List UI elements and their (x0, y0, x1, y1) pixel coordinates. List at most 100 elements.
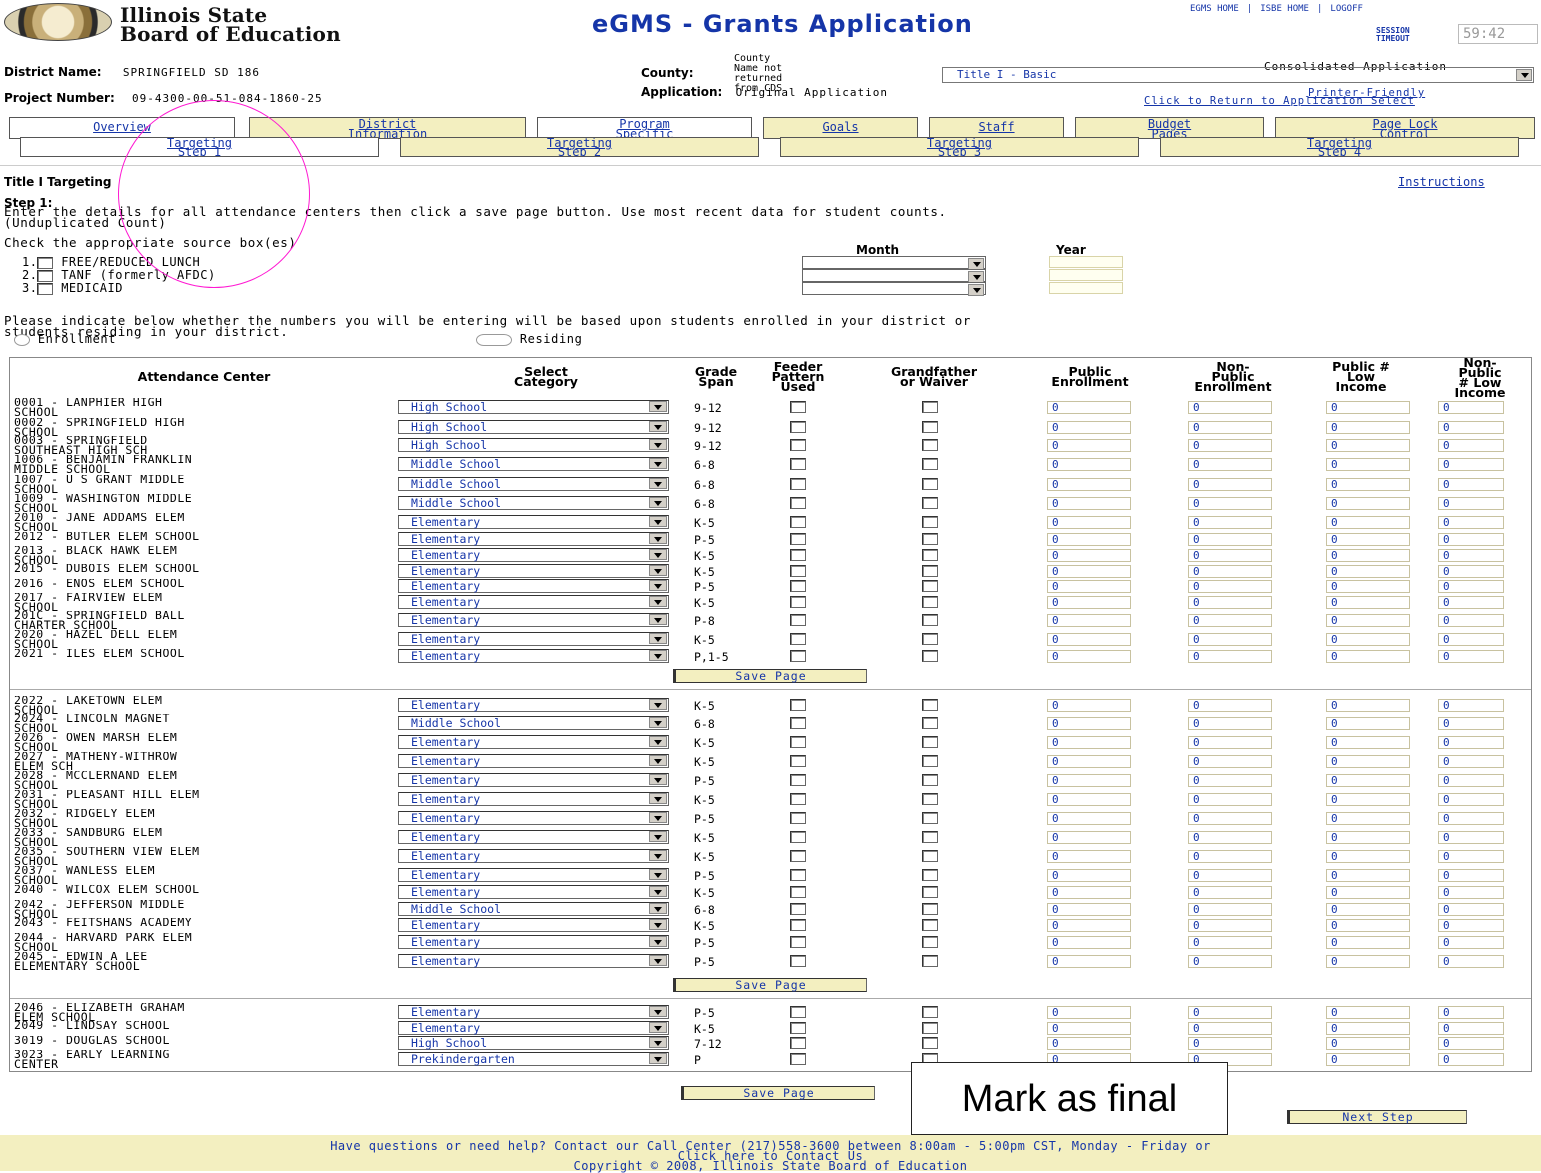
nonpublic-low-income-input[interactable]: 0 (1438, 478, 1504, 491)
nonpublic-low-income-input[interactable]: 0 (1438, 1053, 1504, 1066)
tab-targeting-step-1[interactable]: Targeting Step 1 (20, 137, 379, 157)
category-select[interactable]: Elementary (398, 515, 669, 529)
chevron-down-icon[interactable] (649, 774, 667, 785)
feeder-pattern-checkbox[interactable] (790, 549, 806, 561)
year-input-3[interactable] (1049, 282, 1123, 294)
grandfather-waiver-checkbox[interactable] (922, 717, 938, 729)
nonpublic-low-income-input[interactable]: 0 (1438, 736, 1504, 749)
grandfather-waiver-checkbox[interactable] (922, 1022, 938, 1034)
public-low-income-input[interactable]: 0 (1326, 497, 1410, 510)
nonpublic-low-income-input[interactable]: 0 (1438, 919, 1504, 932)
public-enrollment-input[interactable]: 0 (1047, 955, 1131, 968)
public-enrollment-input[interactable]: 0 (1047, 831, 1131, 844)
nonpublic-enrollment-input[interactable]: 0 (1188, 497, 1272, 510)
grandfather-waiver-checkbox[interactable] (922, 774, 938, 786)
feeder-pattern-checkbox[interactable] (790, 793, 806, 805)
nonpublic-low-income-input[interactable]: 0 (1438, 533, 1504, 546)
category-select[interactable]: Elementary (398, 773, 669, 787)
grandfather-waiver-checkbox[interactable] (922, 596, 938, 608)
chevron-down-icon[interactable] (649, 401, 667, 412)
feeder-pattern-checkbox[interactable] (790, 533, 806, 545)
grandfather-waiver-checkbox[interactable] (922, 736, 938, 748)
chevron-down-icon[interactable] (1516, 69, 1532, 81)
nonpublic-enrollment-input[interactable]: 0 (1188, 699, 1272, 712)
year-input-2[interactable] (1049, 269, 1123, 281)
next-step-button[interactable]: Next Step (1287, 1110, 1467, 1124)
save-page-button[interactable]: Save Page (673, 669, 867, 683)
nonpublic-low-income-input[interactable]: 0 (1438, 614, 1504, 627)
public-low-income-input[interactable]: 0 (1326, 458, 1410, 471)
public-enrollment-input[interactable]: 0 (1047, 886, 1131, 899)
public-enrollment-input[interactable]: 0 (1047, 650, 1131, 663)
public-enrollment-input[interactable]: 0 (1047, 869, 1131, 882)
return-to-select-link[interactable]: Click to Return to Application Select (1144, 95, 1415, 108)
nonpublic-low-income-input[interactable]: 0 (1438, 903, 1504, 916)
nonpublic-low-income-input[interactable]: 0 (1438, 458, 1504, 471)
category-select[interactable]: Elementary (398, 754, 669, 768)
grandfather-waiver-checkbox[interactable] (922, 955, 938, 967)
public-enrollment-input[interactable]: 0 (1047, 903, 1131, 916)
public-enrollment-input[interactable]: 0 (1047, 1037, 1131, 1050)
nonpublic-low-income-input[interactable]: 0 (1438, 831, 1504, 844)
feeder-pattern-checkbox[interactable] (790, 699, 806, 711)
nonpublic-enrollment-input[interactable]: 0 (1188, 774, 1272, 787)
tab-staff[interactable]: Staff (929, 117, 1064, 139)
public-low-income-input[interactable]: 0 (1326, 1053, 1410, 1066)
public-enrollment-input[interactable]: 0 (1047, 439, 1131, 452)
nonpublic-low-income-input[interactable]: 0 (1438, 955, 1504, 968)
feeder-pattern-checkbox[interactable] (790, 850, 806, 862)
tab-overview[interactable]: Overview (9, 117, 235, 139)
public-enrollment-input[interactable]: 0 (1047, 850, 1131, 863)
feeder-pattern-checkbox[interactable] (790, 919, 806, 931)
feeder-pattern-checkbox[interactable] (790, 936, 806, 948)
month-select-2[interactable] (802, 269, 986, 283)
tab-targeting-step-2[interactable]: Targeting Step 2 (400, 137, 759, 157)
chevron-down-icon[interactable] (649, 736, 667, 747)
chevron-down-icon[interactable] (649, 533, 667, 544)
public-low-income-input[interactable]: 0 (1326, 736, 1410, 749)
nonpublic-enrollment-input[interactable]: 0 (1188, 614, 1272, 627)
feeder-pattern-checkbox[interactable] (790, 565, 806, 577)
nonpublic-low-income-input[interactable]: 0 (1438, 699, 1504, 712)
grandfather-waiver-checkbox[interactable] (922, 533, 938, 545)
public-enrollment-input[interactable]: 0 (1047, 812, 1131, 825)
category-select[interactable]: Middle School (398, 716, 669, 730)
application-title-select[interactable]: Title I - Basic (942, 67, 1534, 83)
category-select[interactable]: Elementary (398, 579, 669, 593)
public-low-income-input[interactable]: 0 (1326, 549, 1410, 562)
nonpublic-low-income-input[interactable]: 0 (1438, 549, 1504, 562)
category-select[interactable]: Elementary (398, 564, 669, 578)
feeder-pattern-checkbox[interactable] (790, 516, 806, 528)
grandfather-waiver-checkbox[interactable] (922, 869, 938, 881)
nonpublic-low-income-input[interactable]: 0 (1438, 886, 1504, 899)
public-low-income-input[interactable]: 0 (1326, 533, 1410, 546)
grandfather-waiver-checkbox[interactable] (922, 497, 938, 509)
grandfather-waiver-checkbox[interactable] (922, 421, 938, 433)
category-select[interactable]: High School (398, 1036, 669, 1050)
tab-goals[interactable]: Goals (763, 117, 918, 139)
grandfather-waiver-checkbox[interactable] (922, 565, 938, 577)
chevron-down-icon[interactable] (649, 650, 667, 661)
feeder-pattern-checkbox[interactable] (790, 903, 806, 915)
feeder-pattern-checkbox[interactable] (790, 596, 806, 608)
category-select[interactable]: Middle School (398, 457, 669, 471)
public-enrollment-input[interactable]: 0 (1047, 793, 1131, 806)
public-low-income-input[interactable]: 0 (1326, 774, 1410, 787)
chevron-down-icon[interactable] (649, 614, 667, 625)
month-select-3[interactable] (802, 282, 986, 296)
chevron-down-icon[interactable] (649, 1037, 667, 1048)
category-select[interactable]: High School (398, 400, 669, 414)
tab-program-specific[interactable]: Program Specific (537, 117, 752, 139)
nonpublic-enrollment-input[interactable]: 0 (1188, 1006, 1272, 1019)
chevron-down-icon[interactable] (649, 886, 667, 897)
public-enrollment-input[interactable]: 0 (1047, 596, 1131, 609)
tab-targeting-step-3[interactable]: Targeting Step 3 (780, 137, 1139, 157)
grandfather-waiver-checkbox[interactable] (922, 1006, 938, 1018)
grandfather-waiver-checkbox[interactable] (922, 1037, 938, 1049)
category-select[interactable]: Elementary (398, 1005, 669, 1019)
feeder-pattern-checkbox[interactable] (790, 755, 806, 767)
chevron-down-icon[interactable] (649, 580, 667, 591)
category-select[interactable]: Elementary (398, 954, 669, 968)
public-enrollment-input[interactable]: 0 (1047, 919, 1131, 932)
category-select[interactable]: Elementary (398, 649, 669, 663)
